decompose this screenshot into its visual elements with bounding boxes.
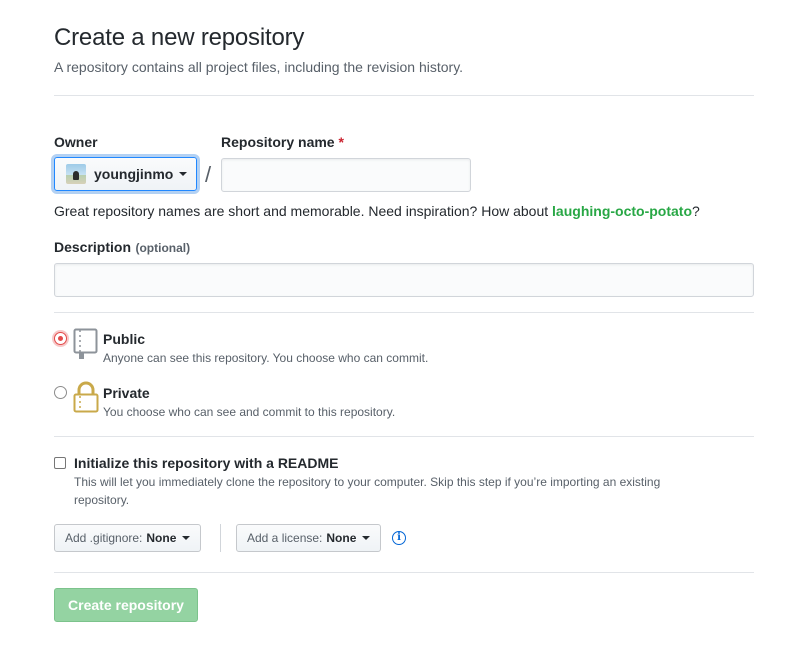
public-option-description: Anyone can see this repository. You choo… [103, 351, 429, 365]
vertical-divider [220, 524, 221, 552]
owner-label: Owner [54, 134, 98, 150]
lock-icon [73, 381, 99, 413]
chevron-down-icon [362, 536, 371, 540]
repository-name-label-text: Repository name [221, 134, 335, 150]
license-value: None [326, 531, 357, 545]
description-input[interactable] [54, 263, 754, 297]
owner-name: youngjinmo [94, 166, 174, 182]
repository-name-input[interactable] [221, 158, 471, 192]
divider [54, 312, 754, 313]
owner-repo-separator: / [205, 162, 212, 187]
required-marker: * [338, 134, 344, 150]
gitignore-value: None [146, 531, 177, 545]
create-repository-button[interactable]: Create repository [54, 588, 198, 622]
readme-description-line2: repository. [74, 493, 130, 507]
gitignore-label: Add .gitignore: [65, 531, 143, 545]
readme-title: Initialize this repository with a README [74, 455, 339, 471]
chevron-down-icon [182, 536, 191, 540]
gitignore-dropdown[interactable]: Add .gitignore: None [54, 524, 202, 552]
owner-dropdown[interactable]: youngjinmo [54, 157, 197, 191]
public-option-title: Public [103, 331, 146, 347]
optional-note: (optional) [135, 241, 191, 255]
name-hint: Great repository names are short and mem… [54, 203, 700, 219]
private-radio[interactable] [54, 386, 67, 399]
private-option-description: You choose who can see and commit to thi… [103, 405, 396, 419]
private-option-title: Private [103, 385, 150, 401]
public-radio[interactable] [54, 332, 67, 345]
chevron-down-icon [179, 172, 188, 176]
description-label: Description (optional) [54, 239, 190, 257]
repository-name-label: Repository name * [221, 134, 344, 150]
readme-description-line1: This will let you immediately clone the … [74, 475, 661, 489]
divider [54, 95, 754, 96]
readme-checkbox[interactable] [54, 457, 66, 469]
license-dropdown[interactable]: Add a license: None [236, 524, 382, 552]
name-suggestion-link[interactable]: laughing-octo-potato [552, 203, 692, 219]
repo-book-icon [73, 328, 98, 359]
page-title: Create a new repository [54, 24, 305, 51]
divider [54, 572, 754, 573]
avatar [66, 164, 86, 184]
name-hint-suffix: ? [692, 203, 700, 219]
description-label-text: Description [54, 239, 132, 255]
name-hint-text: Great repository names are short and mem… [54, 203, 553, 219]
divider [54, 436, 754, 437]
info-icon[interactable]: i [392, 531, 406, 545]
license-label: Add a license: [247, 531, 323, 545]
page-subtitle: A repository contains all project files,… [54, 59, 464, 75]
